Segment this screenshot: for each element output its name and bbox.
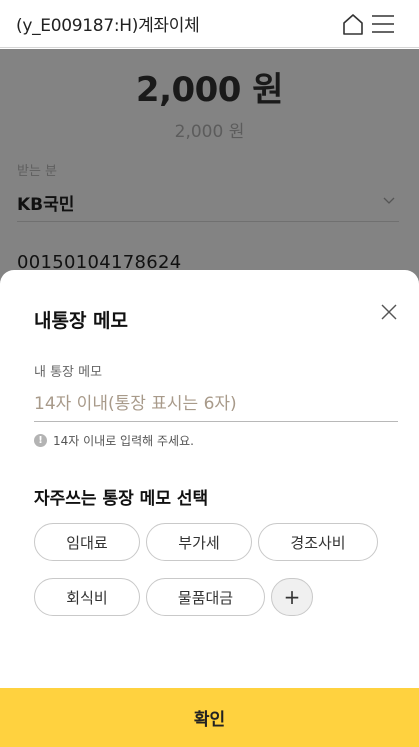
- page-title: (y_E009187:H)계좌이체: [16, 16, 200, 36]
- app-header: (y_E009187:H)계좌이체: [0, 0, 419, 48]
- plus-icon: +: [283, 585, 301, 609]
- home-icon[interactable]: [340, 11, 366, 37]
- memo-chip[interactable]: 경조사비: [258, 523, 378, 561]
- confirm-button[interactable]: 확인: [0, 688, 419, 747]
- sheet-title: 내통장 메모: [34, 310, 129, 332]
- memo-input[interactable]: [34, 386, 398, 422]
- bank-divider: [17, 221, 399, 222]
- memo-bottom-sheet: 내통장 메모 내 통장 메모 ! 14자 이내로 입력해 주세요. 자주쓰는 통…: [0, 270, 419, 747]
- chevron-down-icon[interactable]: [381, 192, 397, 208]
- memo-chip[interactable]: 부가세: [146, 523, 252, 561]
- memo-hint: ! 14자 이내로 입력해 주세요.: [34, 432, 194, 449]
- info-icon: !: [34, 434, 47, 447]
- bank-select[interactable]: KB국민: [17, 190, 74, 215]
- favorites-title: 자주쓰는 통장 메모 선택: [34, 489, 209, 509]
- close-icon[interactable]: [377, 300, 401, 324]
- recipient-label: 받는 분: [17, 164, 58, 179]
- transfer-amount: 2,000 원: [135, 70, 284, 110]
- transfer-amount-sub: 2,000 원: [174, 122, 245, 142]
- memo-chip[interactable]: 물품대금: [146, 578, 265, 616]
- memo-chip[interactable]: 회식비: [34, 578, 140, 616]
- add-memo-button[interactable]: +: [271, 578, 313, 616]
- memo-hint-text: 14자 이내로 입력해 주세요.: [53, 434, 194, 448]
- memo-chip[interactable]: 임대료: [34, 523, 140, 561]
- hamburger-menu-icon[interactable]: [370, 11, 396, 37]
- memo-field-label: 내 통장 메모: [34, 365, 103, 380]
